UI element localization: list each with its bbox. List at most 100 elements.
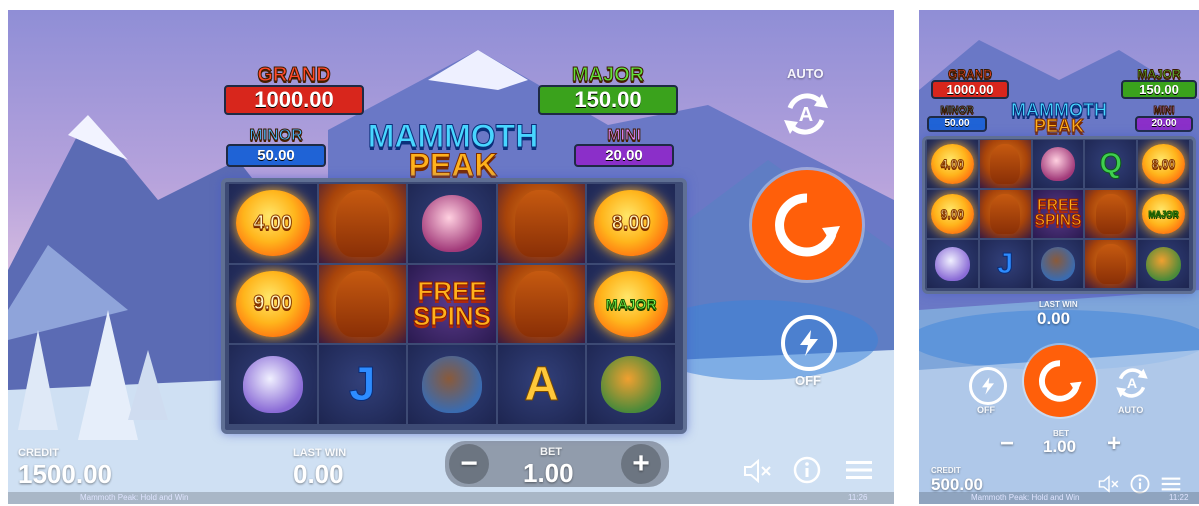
- mammoth-icon: [1095, 193, 1127, 235]
- mini-jackpot: MINI 20.00: [574, 127, 674, 167]
- major-jackpot: MAJOR 150.00: [1121, 68, 1197, 99]
- menu-button[interactable]: [842, 454, 876, 486]
- fireball-orb-symbol: 9.00: [229, 264, 317, 344]
- tiger-icon: [601, 356, 661, 413]
- minor-value: 50.00: [927, 116, 987, 132]
- rhino-symbol: [1032, 140, 1084, 188]
- minor-jackpot: MINOR 50.00: [226, 127, 326, 167]
- letter-a: A: [524, 358, 560, 412]
- fireball-orb-symbol: 8.00: [587, 184, 675, 263]
- mammoth-icon: [515, 189, 568, 257]
- bet-increase-button[interactable]: +: [621, 444, 661, 484]
- orb-value: MAJOR: [605, 295, 657, 312]
- mammoth-symbol: [1085, 190, 1137, 238]
- bet-label: BET: [540, 446, 562, 458]
- bet-increase-button[interactable]: +: [1100, 430, 1128, 458]
- spin-button[interactable]: [1024, 345, 1096, 417]
- credit-label: CREDIT: [931, 466, 961, 475]
- sound-button[interactable]: [1097, 474, 1121, 494]
- tiger-icon: [1146, 246, 1181, 282]
- footer-game-name: Mammoth Peak: Hold and Win: [971, 493, 1080, 502]
- boar-symbol: [408, 345, 496, 424]
- mammoth-icon: [336, 270, 389, 338]
- free-spins-line2: SPINS: [412, 300, 491, 331]
- auto-label: AUTO: [1118, 405, 1144, 415]
- mini-value: 20.00: [1135, 116, 1193, 132]
- last-win-label: LAST WIN: [1039, 300, 1078, 309]
- rhino-icon: [1040, 146, 1076, 182]
- free-spins-symbol: FREE SPINS: [1032, 190, 1084, 238]
- menu-icon: [846, 461, 872, 479]
- mini-jackpot: MINI 20.00: [1135, 105, 1193, 132]
- spin-button[interactable]: [752, 170, 862, 280]
- mammoth-symbol: [318, 264, 407, 344]
- major-title: MAJOR: [1137, 67, 1181, 81]
- orb-value: 9.00: [253, 292, 293, 315]
- minor-title: MINOR: [940, 105, 974, 116]
- last-win-value: 0.00: [1037, 309, 1071, 328]
- mini-value: 20.00: [574, 144, 674, 167]
- major-value: 150.00: [1121, 80, 1197, 99]
- sound-muted-icon: [744, 459, 771, 483]
- autoplay-icon: A: [1116, 368, 1148, 398]
- grand-value: 1000.00: [224, 85, 364, 115]
- fireball-orb-symbol: MAJOR: [1138, 190, 1189, 238]
- info-icon: [1130, 474, 1150, 494]
- turbo-button[interactable]: [781, 315, 837, 371]
- mammoth-icon: [989, 193, 1021, 235]
- orb-value: 8.00: [611, 211, 651, 234]
- autoplay-icon: A: [784, 93, 828, 135]
- turbo-icon: [982, 377, 994, 395]
- grand-value: 1000.00: [931, 80, 1009, 99]
- orb-value: 8.00: [1151, 157, 1176, 172]
- dodo-icon: [935, 246, 970, 282]
- orb-value: MAJOR: [1148, 209, 1179, 220]
- orb-value: 4.00: [940, 157, 965, 172]
- letter-q: Q: [1099, 147, 1122, 180]
- fireball-orb-symbol: 9.00: [927, 190, 978, 238]
- menu-icon: [1161, 477, 1181, 491]
- reel-grid: 4.00 Q 8.00 9.00 FREE SPINS MAJOR J: [927, 140, 1189, 288]
- sound-button[interactable]: [741, 456, 775, 486]
- letter-j: J: [349, 358, 377, 412]
- auto-label: AUTO: [787, 66, 824, 81]
- boar-icon: [422, 356, 482, 413]
- major-value: 150.00: [538, 85, 678, 115]
- tiger-symbol: [1138, 240, 1189, 288]
- tiger-symbol: [587, 345, 675, 424]
- bet-decrease-button[interactable]: −: [449, 444, 489, 484]
- minor-title: MINOR: [249, 127, 303, 144]
- free-spins-label: FREE SPINS: [1034, 197, 1082, 229]
- bet-decrease-button[interactable]: −: [993, 430, 1021, 458]
- info-button[interactable]: [791, 454, 823, 486]
- grand-title: GRAND: [948, 67, 993, 81]
- letter-q-symbol: Q: [1085, 140, 1137, 188]
- autoplay-button[interactable]: A: [1111, 362, 1153, 404]
- credit-value: 1500.00: [18, 459, 112, 489]
- dodo-icon: [243, 356, 303, 413]
- boar-icon: [1040, 246, 1076, 282]
- fireball-orb-symbol: MAJOR: [587, 264, 675, 344]
- grand-jackpot: GRAND 1000.00: [931, 68, 1009, 99]
- game-logo: MAMMOTH PEAK: [993, 100, 1125, 135]
- sound-muted-icon: [1098, 475, 1119, 493]
- mammoth-icon: [336, 189, 389, 257]
- autoplay-button[interactable]: A: [776, 84, 836, 144]
- mammoth-symbol: [1085, 240, 1137, 288]
- letter-j: J: [997, 247, 1014, 280]
- portrait-game-screen: GRAND 1000.00 MAJOR 150.00 MINOR 50.00 M…: [919, 10, 1199, 504]
- mammoth-symbol: [979, 140, 1031, 188]
- mammoth-symbol: [318, 184, 407, 263]
- spin-icon: [775, 193, 840, 257]
- dodo-symbol: [927, 240, 978, 288]
- grand-title: GRAND: [257, 64, 331, 86]
- turbo-label: OFF: [977, 405, 995, 415]
- orb-value: 4.00: [253, 211, 293, 234]
- mammoth-icon: [515, 270, 568, 338]
- turbo-label: OFF: [795, 373, 821, 388]
- fireball-orb-symbol: 8.00: [1138, 140, 1189, 188]
- boar-symbol: [1032, 240, 1084, 288]
- game-logo: MAMMOTH PEAK: [348, 120, 558, 182]
- footer-time: 11:22: [1169, 493, 1189, 502]
- turbo-button[interactable]: [969, 367, 1007, 405]
